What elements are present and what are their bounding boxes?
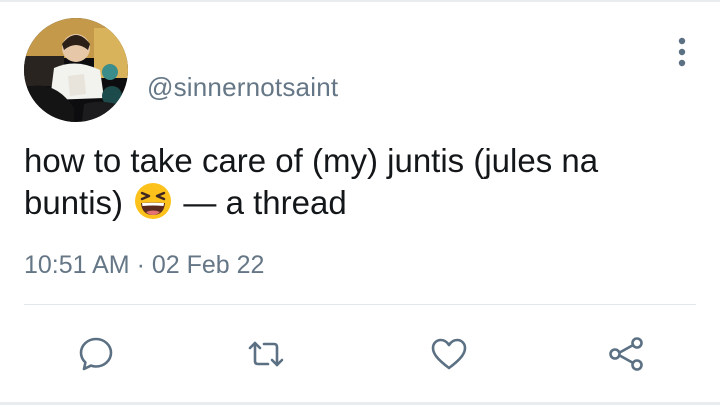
heart-icon xyxy=(431,338,467,370)
tweet-text: how to take care of (my) juntis (jules n… xyxy=(24,140,684,224)
tweet-timestamp[interactable]: 10:51 AM · 02 Feb 22 xyxy=(24,251,264,280)
avatar[interactable] xyxy=(24,18,128,122)
avatar-photo xyxy=(24,18,128,122)
retweet-button[interactable] xyxy=(240,328,292,380)
tweet-card: @sinnernotsaint how to take care of (my)… xyxy=(0,0,720,405)
vertical-dots-icon xyxy=(678,37,686,67)
action-bar xyxy=(0,328,720,380)
tweet-text-suffix: — a thread xyxy=(183,184,347,221)
like-button[interactable] xyxy=(423,328,475,380)
share-icon xyxy=(609,337,643,371)
divider xyxy=(24,304,696,305)
more-options-button[interactable] xyxy=(670,36,694,70)
speech-bubble-icon xyxy=(79,337,113,371)
retweet-icon xyxy=(248,341,284,367)
user-handle[interactable]: @sinnernotsaint xyxy=(147,72,338,103)
reply-button[interactable] xyxy=(70,328,122,380)
share-button[interactable] xyxy=(600,328,652,380)
laughing-face-emoji-icon xyxy=(135,183,172,219)
